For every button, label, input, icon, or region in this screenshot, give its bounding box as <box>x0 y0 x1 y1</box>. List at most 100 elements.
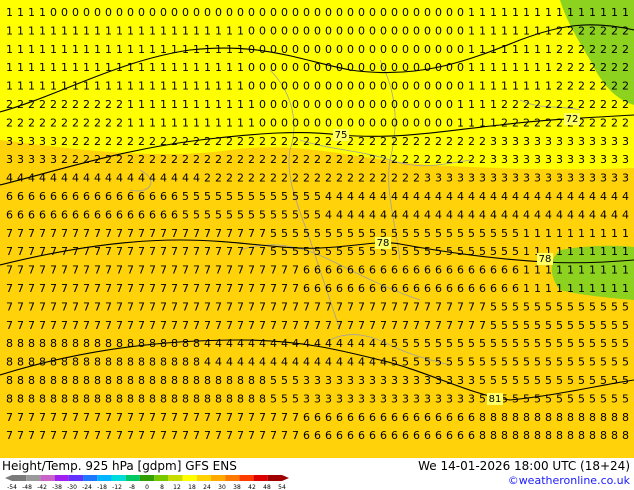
temp-digit: 5 <box>369 227 376 240</box>
temp-digit: 7 <box>171 411 178 424</box>
temp-digit: 0 <box>424 43 431 56</box>
temp-digit: 1 <box>105 24 112 37</box>
temp-digit: 5 <box>622 319 629 332</box>
credit-link[interactable]: ©weatheronline.co.uk <box>508 474 630 487</box>
temp-digit: 8 <box>490 411 497 424</box>
temp-digit: 5 <box>457 227 464 240</box>
temp-digit: 5 <box>589 319 596 332</box>
temp-digit: 0 <box>380 61 387 74</box>
temp-digit: 6 <box>171 190 178 203</box>
temp-digit: 1 <box>215 116 222 129</box>
temp-digit: 8 <box>512 429 519 442</box>
temp-digit: 3 <box>479 172 486 185</box>
temp-digit: 0 <box>347 80 354 93</box>
temp-digit: 2 <box>589 80 596 93</box>
temp-digit: 4 <box>17 172 24 185</box>
temp-digit: 6 <box>39 208 46 221</box>
temp-digit: 0 <box>204 6 211 19</box>
temp-digit: 5 <box>490 245 497 258</box>
temp-digit: 1 <box>622 264 629 277</box>
temp-digit: 5 <box>336 245 343 258</box>
temp-digit: 5 <box>292 245 299 258</box>
temp-digit: 2 <box>215 172 222 185</box>
temp-digit: 0 <box>413 43 420 56</box>
temp-digit: 1 <box>479 98 486 111</box>
temp-digit: 2 <box>61 116 68 129</box>
temp-digit: 5 <box>545 300 552 313</box>
temp-digit: 2 <box>578 24 585 37</box>
temp-digit: 2 <box>83 116 90 129</box>
temp-digit: 6 <box>138 208 145 221</box>
temp-digit: 1 <box>28 61 35 74</box>
temp-digit: 8 <box>193 374 200 387</box>
temp-digit: 4 <box>204 356 211 369</box>
temp-digit: 4 <box>336 190 343 203</box>
temp-digit: 7 <box>193 282 200 295</box>
temp-digit: 0 <box>457 6 464 19</box>
temp-digit: 0 <box>369 80 376 93</box>
temp-digit: 5 <box>303 190 310 203</box>
temp-digit: 1 <box>6 24 13 37</box>
temp-digit: 6 <box>17 190 24 203</box>
legend-tick: 48 <box>263 484 271 490</box>
temp-digit: 0 <box>94 6 101 19</box>
temp-digit: 7 <box>83 282 90 295</box>
temp-digit: 1 <box>226 24 233 37</box>
temp-digit: 7 <box>28 411 35 424</box>
legend-swatch <box>40 475 55 481</box>
temp-digit: 1 <box>39 80 46 93</box>
temp-digit: 5 <box>611 374 618 387</box>
temp-digit: 5 <box>193 190 200 203</box>
temp-digit: 2 <box>567 80 574 93</box>
temp-digit: 1 <box>182 61 189 74</box>
temp-digit: 1 <box>468 43 475 56</box>
temp-digit: 5 <box>589 337 596 350</box>
temp-digit: 1 <box>28 80 35 93</box>
temp-digit: 0 <box>325 116 332 129</box>
temp-digit: 7 <box>391 319 398 332</box>
temp-digit: 1 <box>204 61 211 74</box>
temp-digit: 1 <box>589 264 596 277</box>
temp-digit: 1 <box>127 24 134 37</box>
temp-digit: 7 <box>237 264 244 277</box>
temp-digit: 0 <box>292 116 299 129</box>
temp-digit: 4 <box>468 208 475 221</box>
temp-digit: 2 <box>611 98 618 111</box>
temp-digit: 5 <box>314 190 321 203</box>
temp-digit: 2 <box>567 24 574 37</box>
temp-digit: 7 <box>105 245 112 258</box>
temp-digit: 3 <box>512 153 519 166</box>
temp-digit: 6 <box>160 190 167 203</box>
temp-digit: 2 <box>358 153 365 166</box>
temp-digit: 7 <box>204 245 211 258</box>
temp-digit: 1 <box>193 43 200 56</box>
temp-digit: 5 <box>490 374 497 387</box>
temp-digit: 1 <box>204 98 211 111</box>
temp-digit: 2 <box>391 153 398 166</box>
temp-digit: 7 <box>105 300 112 313</box>
temp-digit: 6 <box>457 411 464 424</box>
temp-digit: 4 <box>237 356 244 369</box>
temp-digit: 5 <box>567 337 574 350</box>
temp-digit: 1 <box>578 227 585 240</box>
temp-digit: 7 <box>347 319 354 332</box>
temp-digit: 2 <box>171 135 178 148</box>
temp-digit: 7 <box>149 411 156 424</box>
temp-digit: 3 <box>523 135 530 148</box>
temp-digit: 2 <box>105 153 112 166</box>
map-title: Height/Temp. 925 hPa [gdpm] GFS ENS <box>2 459 237 473</box>
temp-digit: 5 <box>424 227 431 240</box>
temp-digit: 0 <box>72 6 79 19</box>
temp-digit: 5 <box>622 337 629 350</box>
temp-digit: 7 <box>39 429 46 442</box>
temp-digit: 5 <box>281 227 288 240</box>
temp-digit: 7 <box>259 282 266 295</box>
temp-digit: 7 <box>182 245 189 258</box>
temp-digit: 1 <box>182 116 189 129</box>
temp-digit: 5 <box>589 356 596 369</box>
temp-digit: 7 <box>237 429 244 442</box>
temp-digit: 7 <box>6 264 13 277</box>
temp-digit: 4 <box>512 208 519 221</box>
temp-digit: 0 <box>314 116 321 129</box>
temp-digit: 7 <box>226 282 233 295</box>
